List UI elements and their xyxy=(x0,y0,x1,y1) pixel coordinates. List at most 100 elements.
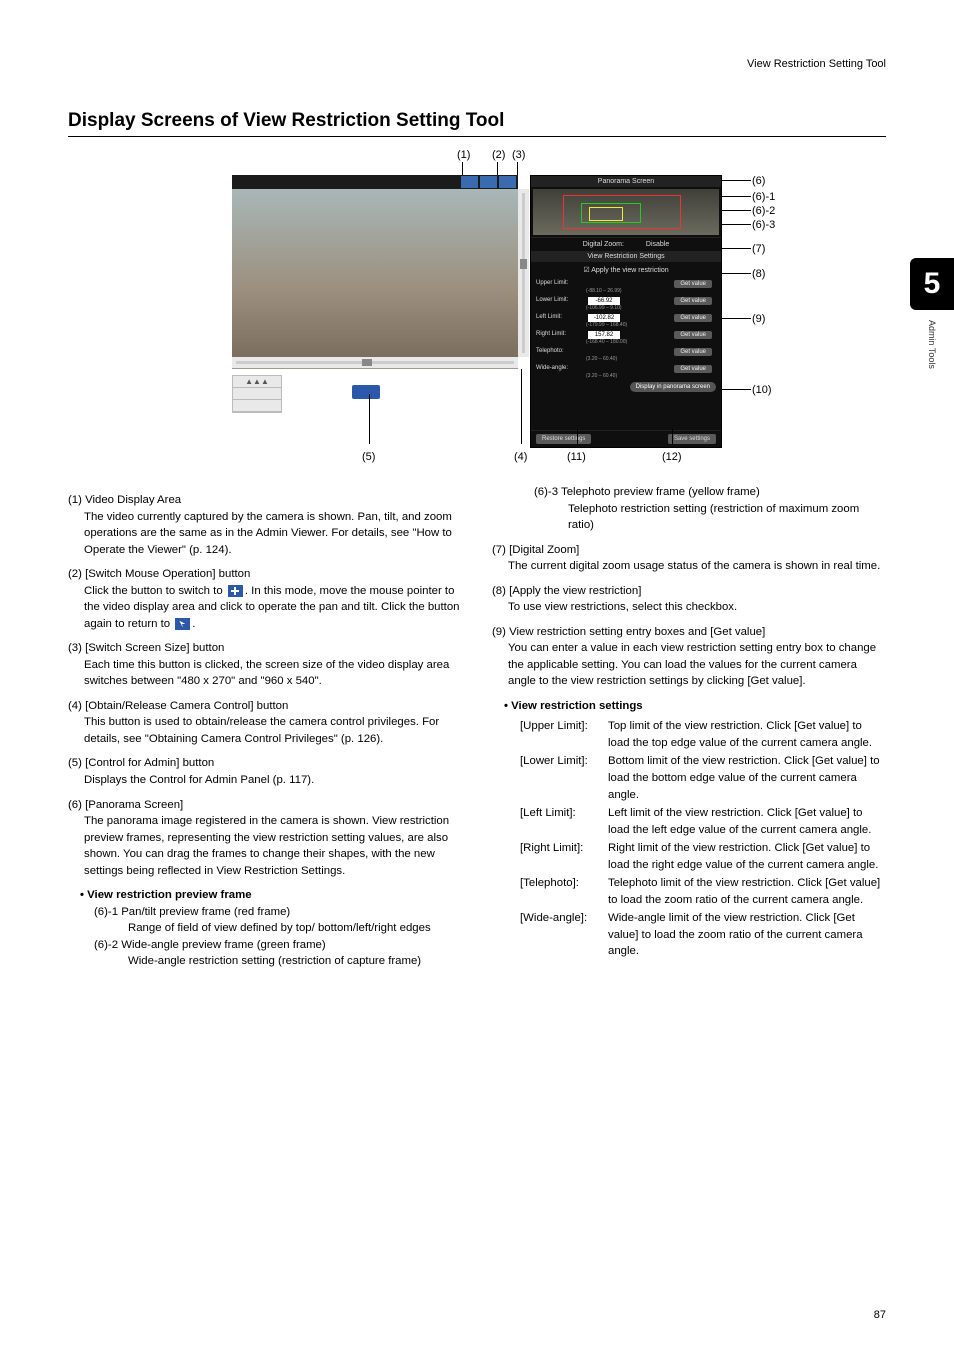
switch-mouse-icon[interactable] xyxy=(461,176,478,188)
callout-1: (1) xyxy=(457,149,470,161)
item-6-3-body: Telephoto restriction setting (restricti… xyxy=(568,501,886,534)
settings-panel: Panorama Screen Digital Zoom: Disable Vi… xyxy=(530,175,722,448)
field-label: Lower Limit: xyxy=(536,297,568,303)
callout-7: (7) xyxy=(752,243,765,255)
apply-label: Apply the view restriction xyxy=(591,267,668,274)
callout-11: (11) xyxy=(567,451,586,463)
zoom-control[interactable]: ▲▲▲ xyxy=(232,375,282,413)
item-6-2-body: Wide-angle restriction setting (restrict… xyxy=(128,953,462,970)
callout-5: (5) xyxy=(362,451,375,463)
get-value-button[interactable]: Get value xyxy=(674,280,712,288)
lead-line xyxy=(521,369,522,444)
callout-3: (3) xyxy=(512,149,525,161)
vr-label: [Upper Limit]: xyxy=(520,718,608,751)
lead-line xyxy=(369,394,370,444)
lead-line xyxy=(721,196,751,197)
field-range: (3.20 – 60.40) xyxy=(586,373,617,379)
item-6-1-head: (6)-1 Pan/tilt preview frame (red frame) xyxy=(94,904,462,921)
get-value-button[interactable]: Get value xyxy=(674,297,712,305)
item-8-body: To use view restrictions, select this ch… xyxy=(508,599,886,616)
lead-line xyxy=(721,389,751,390)
item-2-text-a: Click the button to switch to xyxy=(84,585,226,597)
field-label: Right Limit: xyxy=(536,331,566,337)
lead-line xyxy=(672,429,673,444)
item-2-head: (2) [Switch Mouse Operation] button xyxy=(68,566,462,583)
item-6-1-body: Range of field of view defined by top/ b… xyxy=(128,920,462,937)
item-3-body: Each time this button is clicked, the sc… xyxy=(84,657,462,690)
field-range: (-179.99 – 168.40) xyxy=(586,322,627,328)
vr-settings-table: [Upper Limit]:Top limit of the view rest… xyxy=(520,718,886,959)
get-value-button[interactable]: Get value xyxy=(674,314,712,322)
switch-size-icon[interactable] xyxy=(480,176,497,188)
item-1-head: (1) Video Display Area xyxy=(68,492,462,509)
save-button[interactable]: Save settings xyxy=(668,434,716,444)
vr-desc: Telephoto limit of the view restriction.… xyxy=(608,875,886,908)
display-panorama-button[interactable]: Display in panorama screen xyxy=(630,382,716,392)
lead-line xyxy=(721,248,751,249)
item-4-head: (4) [Obtain/Release Camera Control] butt… xyxy=(68,698,462,715)
pan-slider[interactable] xyxy=(232,357,518,368)
cursor-icon xyxy=(175,618,190,630)
callout-9: (9) xyxy=(752,313,765,325)
item-6-bullet: View restriction preview frame xyxy=(80,887,462,904)
video-body xyxy=(232,189,518,357)
field-value[interactable]: 157.82 xyxy=(588,331,620,339)
lead-line xyxy=(721,318,751,319)
video-toolbar xyxy=(232,175,518,189)
lead-line xyxy=(577,429,578,444)
lead-line xyxy=(721,210,751,211)
vr-label: [Right Limit]: xyxy=(520,840,608,873)
callout-10: (10) xyxy=(752,384,772,396)
item-6-body: The panorama image registered in the cam… xyxy=(84,813,462,879)
get-value-button[interactable]: Get value xyxy=(674,348,712,356)
tilt-slider[interactable] xyxy=(518,189,529,357)
item-2-text-c: . xyxy=(192,618,195,630)
callout-6: (6) xyxy=(752,175,765,187)
callout-2: (2) xyxy=(492,149,505,161)
figure: (1) (2) (3) ▲▲▲ Panorama Screen xyxy=(68,149,886,464)
switch-size-icon[interactable] xyxy=(499,176,516,188)
right-column: (6)-3 Telephoto preview frame (yellow fr… xyxy=(492,484,886,970)
restore-button[interactable]: Restore settings xyxy=(536,434,591,444)
item-2-body: Click the button to switch to . In this … xyxy=(84,583,462,633)
item-8-head: (8) [Apply the view restriction] xyxy=(492,583,886,600)
chapter-number: 5 xyxy=(910,258,954,310)
item-6-head: (6) [Panorama Screen] xyxy=(68,797,462,814)
control-admin-button[interactable] xyxy=(352,385,380,399)
lead-line xyxy=(721,224,751,225)
field-label: Left Limit: xyxy=(536,314,562,320)
digital-zoom-label: Digital Zoom: xyxy=(583,241,624,248)
get-value-button[interactable]: Get value xyxy=(674,365,712,373)
telephoto-frame xyxy=(589,207,623,221)
get-value-button[interactable]: Get value xyxy=(674,331,712,339)
lead-line xyxy=(497,162,498,175)
field-label: Telephoto: xyxy=(536,348,564,354)
item-3-head: (3) [Switch Screen Size] button xyxy=(68,640,462,657)
item-5-head: (5) [Control for Admin] button xyxy=(68,755,462,772)
field-value[interactable]: -66.92 xyxy=(588,297,620,305)
field-range: (3.20 – 60.40) xyxy=(586,356,617,362)
vr-label: [Lower Limit]: xyxy=(520,753,608,803)
vr-label: [Wide-angle]: xyxy=(520,910,608,960)
item-7-body: The current digital zoom usage status of… xyxy=(508,558,886,575)
left-column: (1) Video Display Area The video current… xyxy=(68,484,462,970)
item-5-body: Displays the Control for Admin Panel (p.… xyxy=(84,772,462,789)
apply-checkbox-row[interactable]: ☑ Apply the view restriction xyxy=(536,266,716,274)
field-value[interactable]: -102.82 xyxy=(588,314,620,322)
field-label: Upper Limit: xyxy=(536,280,568,286)
vr-desc: Bottom limit of the view restriction. Cl… xyxy=(608,753,886,803)
vr-desc: Wide-angle limit of the view restriction… xyxy=(608,910,886,960)
vrs-header: View Restriction Settings xyxy=(531,251,721,262)
callout-6-1: (6)-1 xyxy=(752,191,775,203)
chapter-tab: 5 Admin Tools xyxy=(910,258,954,369)
callout-4: (4) xyxy=(514,451,527,463)
page-number: 87 xyxy=(874,1309,886,1321)
field-range: (-88.10 – 26.99) xyxy=(586,288,622,294)
item-6-3-head: (6)-3 Telephoto preview frame (yellow fr… xyxy=(534,484,886,501)
callout-8: (8) xyxy=(752,268,765,280)
mini-panorama[interactable] xyxy=(533,189,719,235)
item-9-bullet: View restriction settings xyxy=(504,698,886,715)
lead-line xyxy=(517,162,518,175)
vr-desc: Right limit of the view restriction. Cli… xyxy=(608,840,886,873)
digital-zoom-value: Disable xyxy=(646,241,669,248)
